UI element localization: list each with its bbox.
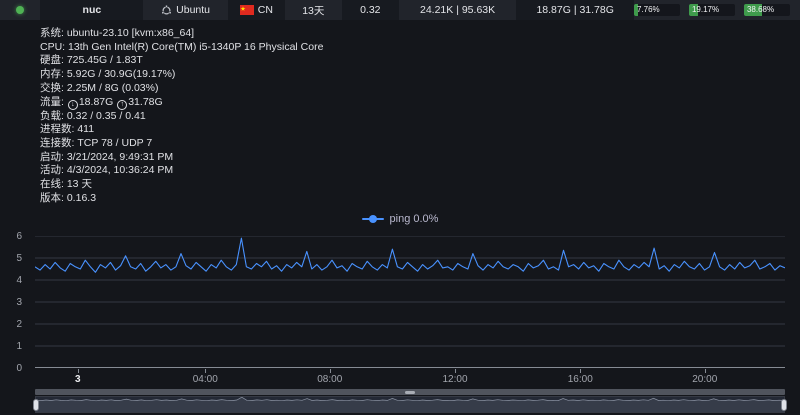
traffic-total-cell: 18.87G | 31.78G (516, 0, 634, 20)
x-tick-label: 12:00 (442, 374, 467, 385)
gauge-memory: 19.17% (689, 4, 735, 16)
os-label: Ubuntu (176, 4, 210, 16)
y-tick-label: 3 (0, 297, 22, 308)
server-status-row[interactable]: nuc Ubuntu CN 13天 0.32 24.21K | 95.63K 1… (0, 0, 800, 20)
traffic-up-value: 31.78G (128, 96, 162, 108)
load-cell: 0.32 (342, 0, 399, 20)
legend-label: ping 0.0% (390, 213, 439, 225)
legend-line-marker-icon (362, 215, 384, 223)
y-tick-label: 2 (0, 319, 22, 330)
ubuntu-logo-icon (161, 5, 172, 16)
datazoom-left-handle[interactable] (33, 399, 39, 411)
uptime-cell: 13天 (285, 0, 342, 20)
datazoom-right-handle[interactable] (781, 399, 787, 411)
y-tick-label: 4 (0, 275, 22, 286)
x-tick-label: 04:00 (193, 374, 218, 385)
ping-chart-canvas[interactable] (35, 236, 785, 368)
info-connections: 连接数: TCP 78 / UDP 7 (40, 137, 323, 151)
info-online-duration: 在线: 13 天 (40, 178, 323, 192)
datazoom-selected-range (36, 397, 784, 412)
server-detail-panel: 系统: ubuntu-23.10 [kvm:x86_64] CPU: 13th … (40, 27, 323, 205)
x-tick-label: 3 (75, 374, 81, 385)
region-cell: CN (228, 0, 285, 20)
status-cell (0, 0, 40, 20)
x-axis-tick (455, 369, 456, 373)
os-cell: Ubuntu (143, 0, 228, 20)
hostname[interactable]: nuc (40, 0, 143, 20)
x-axis-labels: 3 04:00 08:00 12:00 16:00 20:00 (35, 374, 785, 388)
datazoom-grip-icon (405, 391, 415, 394)
x-tick-label: 20:00 (692, 374, 717, 385)
chart-legend-ping[interactable]: ping 0.0% (0, 213, 800, 225)
info-version: 版本: 0.16.3 (40, 192, 323, 206)
y-tick-label: 6 (0, 231, 22, 242)
x-axis-tick (705, 369, 706, 373)
info-boot-time: 启动: 3/21/2024, 9:49:31 PM (40, 151, 323, 165)
y-tick-label: 0 (0, 363, 22, 374)
x-tick-label: 16:00 (568, 374, 593, 385)
x-axis-tick (580, 369, 581, 373)
traffic-down-value: 18.87G (79, 96, 113, 108)
download-icon: ↓ (68, 100, 78, 110)
info-swap: 交换: 2.25M / 8G (0.03%) (40, 82, 323, 96)
x-axis-tick (330, 369, 331, 373)
y-tick-label: 5 (0, 253, 22, 264)
y-tick-label: 1 (0, 341, 22, 352)
datazoom-slider[interactable] (35, 396, 785, 413)
info-memory: 内存: 5.92G / 30.9G(19.17%) (40, 68, 323, 82)
info-processes: 进程数: 411 (40, 123, 323, 137)
region-label: CN (258, 4, 273, 16)
x-axis-tick (205, 369, 206, 373)
info-active-time: 活动: 4/3/2024, 10:36:24 PM (40, 164, 323, 178)
info-load: 负载: 0.32 / 0.35 / 0.41 (40, 110, 323, 124)
datazoom-move-handle[interactable] (35, 389, 785, 395)
info-disk: 硬盘: 725.45G / 1.83T (40, 54, 323, 68)
gauge-cpu: 7.76% (634, 4, 680, 16)
gauge-disk: 38.68% (744, 4, 790, 16)
y-axis-labels: 0 1 2 3 4 5 6 (0, 230, 30, 374)
info-traffic: 流量: ↓18.87G ↑31.78G (40, 96, 323, 110)
gauge-group: 7.76% 19.17% 38.68% (634, 4, 800, 16)
x-tick-label: 08:00 (317, 374, 342, 385)
upload-icon: ↑ (117, 100, 127, 110)
cn-flag-icon (240, 5, 254, 15)
online-status-icon (16, 6, 24, 14)
x-axis-tick (78, 369, 79, 373)
network-speed-cell: 24.21K | 95.63K (399, 0, 517, 20)
info-system: 系统: ubuntu-23.10 [kvm:x86_64] (40, 27, 323, 41)
info-cpu: CPU: 13th Gen Intel(R) Core(TM) i5-1340P… (40, 41, 323, 55)
